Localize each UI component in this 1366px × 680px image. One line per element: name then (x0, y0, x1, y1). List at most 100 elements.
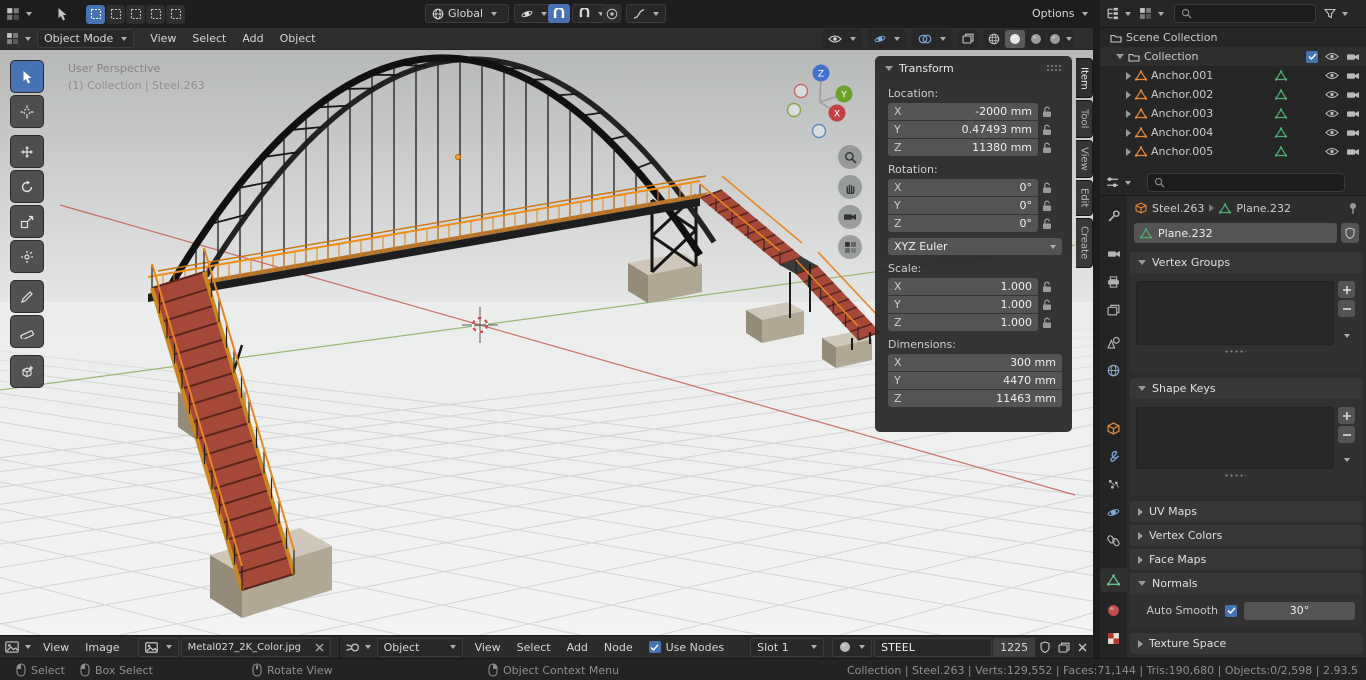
material-unlink-button[interactable] (1074, 637, 1092, 657)
location-x-field[interactable]: X -2000 mm (888, 103, 1038, 120)
select-mode-subtract-button[interactable] (126, 4, 145, 24)
shader-editor-type-button[interactable] (346, 641, 371, 654)
dimension-z-field[interactable]: Z 11463 mm (888, 390, 1062, 407)
material-new-copy-button[interactable] (1055, 637, 1074, 657)
shape-keys-list[interactable] (1136, 407, 1334, 469)
node-menu-node[interactable]: Node (596, 636, 641, 658)
sidebar-tab-edit[interactable]: Edit (1076, 180, 1093, 216)
options-dropdown[interactable]: Options (1026, 4, 1094, 23)
sidebar-tab-view[interactable]: View (1076, 140, 1093, 178)
lock-scale-x-icon[interactable] (1038, 281, 1056, 293)
sidebar-tab-item[interactable]: Item (1076, 58, 1093, 98)
shader-type-dropdown[interactable]: Object (376, 637, 463, 657)
shading-material-button[interactable] (1026, 29, 1046, 48)
rotation-x-field[interactable]: X 0° (888, 179, 1038, 196)
normals-panel-header[interactable]: Normals (1130, 573, 1363, 594)
active-tool-cursor-button[interactable] (50, 3, 74, 25)
menu-select[interactable]: Select (184, 28, 234, 49)
tab-constraints[interactable] (1100, 528, 1127, 552)
node-menu-select[interactable]: Select (509, 636, 559, 658)
expand-icon[interactable] (1126, 128, 1131, 137)
axis-neg-z-handle[interactable] (811, 123, 827, 139)
expand-icon[interactable] (1126, 109, 1131, 118)
tab-physics[interactable] (1100, 500, 1127, 524)
vertex-groups-list[interactable] (1136, 281, 1334, 345)
node-menu-view[interactable]: View (467, 636, 509, 658)
smooth-angle-field[interactable]: 30° (1244, 601, 1355, 620)
menu-view[interactable]: View (142, 28, 184, 49)
shading-wireframe-button[interactable] (984, 29, 1004, 48)
image-menu-image[interactable]: Image (77, 636, 127, 658)
navigation-gizmo[interactable]: Z Y X (778, 58, 866, 146)
lock-location-y-icon[interactable] (1038, 124, 1056, 136)
axis-neg-x-handle[interactable] (793, 83, 809, 99)
eye-icon[interactable] (1325, 109, 1339, 118)
exclude-checkbox[interactable] (1306, 50, 1318, 63)
dimension-y-field[interactable]: Y 4470 mm (888, 372, 1062, 389)
tab-texture[interactable] (1100, 626, 1127, 650)
eye-icon[interactable] (1325, 128, 1339, 137)
tab-render[interactable] (1100, 242, 1127, 266)
breadcrumb-data[interactable]: Plane.232 (1236, 202, 1291, 215)
tool-measure[interactable] (10, 315, 44, 348)
expand-icon[interactable] (1126, 90, 1131, 99)
expand-icon[interactable] (1126, 71, 1131, 80)
menu-add[interactable]: Add (234, 28, 271, 49)
camera-view-button[interactable] (838, 205, 862, 229)
breadcrumb-object[interactable]: Steel.263 (1152, 202, 1204, 215)
sidebar-tab-create[interactable]: Create (1076, 218, 1093, 268)
image-editor-type-button[interactable] (5, 641, 31, 653)
remove-shape-key-button[interactable] (1338, 426, 1355, 443)
uv-maps-panel-header[interactable]: UV Maps (1130, 501, 1363, 522)
camera-visibility-icon[interactable] (1346, 71, 1360, 81)
gizmos-dropdown[interactable] (868, 29, 906, 48)
overlays-dropdown[interactable] (912, 29, 952, 48)
rotation-y-field[interactable]: Y 0° (888, 197, 1038, 214)
camera-visibility-icon[interactable] (1346, 90, 1360, 100)
scale-x-field[interactable]: X 1.000 (888, 278, 1038, 295)
texture-space-panel-header[interactable]: Texture Space (1130, 633, 1363, 654)
tab-object[interactable] (1100, 416, 1127, 440)
editor-type-button[interactable] (6, 7, 32, 21)
eye-icon[interactable] (1325, 147, 1339, 156)
outliner-display-mode-button[interactable] (1139, 7, 1164, 20)
shading-rendered-button[interactable] (1047, 29, 1073, 48)
tab-particles[interactable] (1100, 472, 1127, 496)
zoom-button[interactable] (838, 145, 862, 169)
outliner-filter-button[interactable] (1324, 8, 1336, 19)
lock-rotation-y-icon[interactable] (1038, 200, 1056, 212)
outliner-row-anchor[interactable]: Anchor.001 (1100, 66, 1366, 85)
lock-scale-z-icon[interactable] (1038, 317, 1056, 329)
eye-icon[interactable] (1325, 71, 1339, 80)
tool-scale[interactable] (10, 205, 44, 238)
tool-annotate[interactable] (10, 280, 44, 313)
pan-button[interactable] (838, 175, 862, 199)
scale-z-field[interactable]: Z 1.000 (888, 314, 1038, 331)
show-gizmo-dropdown[interactable] (822, 29, 862, 48)
perspective-toggle-button[interactable] (838, 235, 862, 259)
tool-select-box[interactable] (10, 60, 44, 93)
menu-object[interactable]: Object (272, 28, 324, 49)
tab-material[interactable] (1100, 598, 1127, 622)
xray-toggle-button[interactable] (958, 29, 978, 48)
material-name-field[interactable]: STEEL (874, 637, 993, 657)
auto-smooth-checkbox[interactable] (1225, 604, 1237, 617)
rotation-mode-dropdown[interactable]: XYZ Euler (888, 238, 1062, 255)
outliner-row-anchor[interactable]: Anchor.005 (1100, 142, 1366, 161)
outliner-row-scene-collection[interactable]: Scene Collection (1100, 28, 1366, 47)
dimension-x-field[interactable]: X 300 mm (888, 354, 1062, 371)
camera-visibility-icon[interactable] (1346, 109, 1360, 119)
rotation-z-field[interactable]: Z 0° (888, 215, 1038, 232)
tab-world[interactable] (1100, 358, 1127, 382)
camera-visibility-icon[interactable] (1346, 147, 1360, 157)
outliner-row-anchor[interactable]: Anchor.004 (1100, 123, 1366, 142)
lock-rotation-z-icon[interactable] (1038, 218, 1056, 230)
panel-grip[interactable] (1046, 64, 1062, 72)
select-mode-new-button[interactable] (86, 4, 105, 24)
axis-neg-y-handle[interactable] (786, 102, 802, 118)
select-mode-extend-button[interactable] (106, 4, 125, 24)
outliner-row-anchor[interactable]: Anchor.002 (1100, 85, 1366, 104)
shading-solid-button[interactable] (1005, 29, 1025, 48)
transform-orientation-dropdown[interactable]: Global (425, 4, 509, 23)
list-resize-grip[interactable] (1224, 349, 1246, 354)
